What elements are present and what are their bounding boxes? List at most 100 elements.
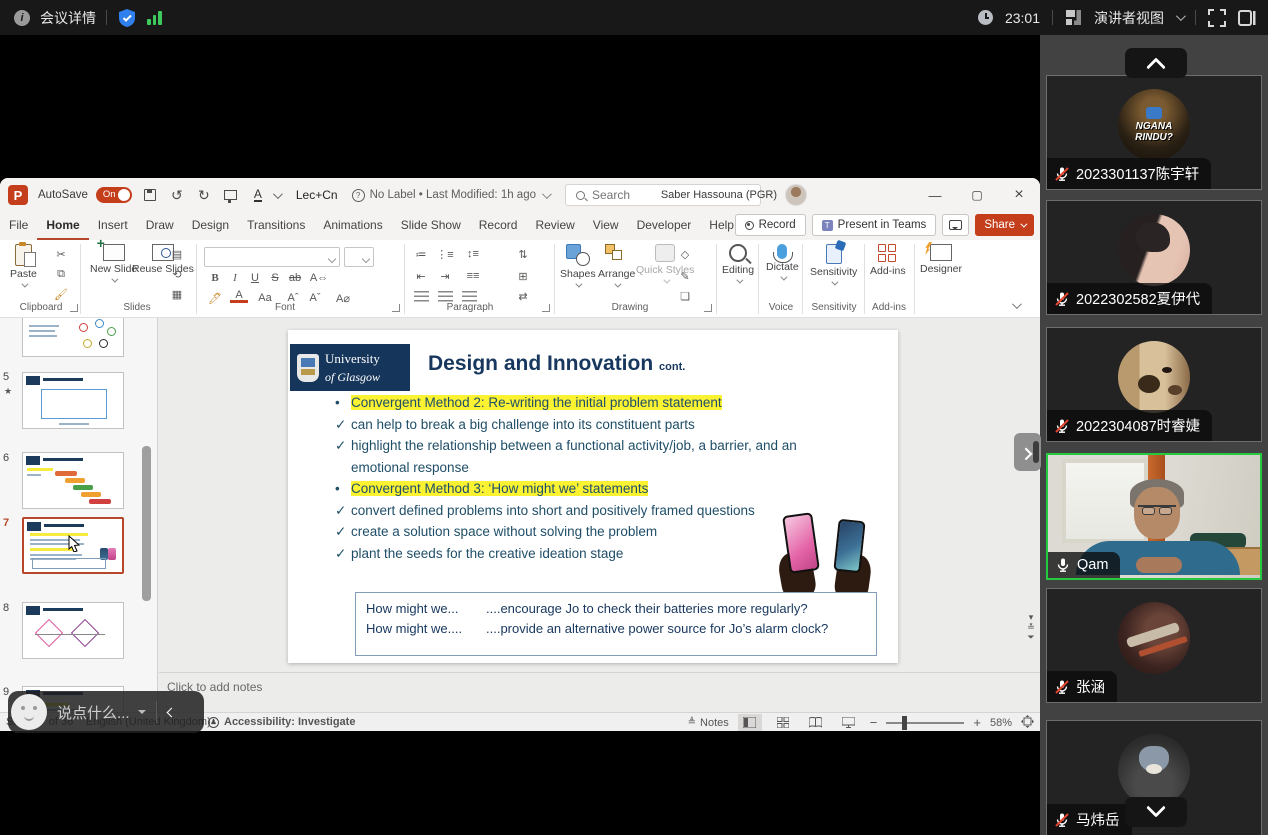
shape-outline-icon[interactable]: ✎ [676,268,694,284]
tab-developer[interactable]: Developer [628,212,701,240]
paste-button[interactable]: Paste [10,244,37,288]
tab-record[interactable]: Record [470,212,527,240]
slide-thumbnail[interactable] [22,452,124,509]
tab-design[interactable]: Design [183,212,238,240]
close-button[interactable]: × [998,178,1040,212]
scroll-participants-up-button[interactable] [1125,48,1187,78]
clipboard-dialog-launcher[interactable] [70,304,78,312]
tab-review[interactable]: Review [526,212,583,240]
collapse-ribbon-icon[interactable] [1012,299,1022,309]
italic-button[interactable]: I [226,270,244,286]
view-mode-selector[interactable]: 演讲者视图 [1094,8,1164,28]
present-in-teams-button[interactable]: TPresent in Teams [812,214,937,236]
decrease-indent-button[interactable]: ⇤ [412,268,430,284]
text-direction-button[interactable]: ⇅ [514,246,532,262]
slide-nav-arrows[interactable]: ▾≛⏷ [1024,612,1038,642]
cut-icon[interactable]: ✂ [52,246,70,262]
text-shadow-button[interactable]: ab [286,270,304,286]
current-slide-canvas[interactable]: Universityof Glasgow Design and Innovati… [288,330,898,663]
reset-slide-icon[interactable]: ⟲ [168,266,186,282]
strikethrough-button[interactable]: S [266,270,284,286]
network-signal-icon[interactable] [147,11,162,25]
arrange-button[interactable]: Arrange [598,244,635,288]
notes-toggle-button[interactable]: ≜Notes [688,717,729,729]
shapes-button[interactable]: Shapes [560,244,596,288]
zoom-level[interactable]: 58% [990,717,1012,729]
document-status[interactable]: No Label • Last Modified: 1h ago [370,189,549,201]
participant-tile[interactable]: 张涵 [1046,588,1262,703]
record-button[interactable]: Record [735,214,806,236]
zoom-slider[interactable] [886,722,964,724]
numbering-button[interactable]: ⋮≡ [436,246,454,262]
emoji-button[interactable] [11,694,47,730]
undo-icon[interactable]: ↺ [168,186,186,204]
new-slide-button[interactable]: New Slide [90,244,137,283]
autosave-toggle[interactable]: On [96,187,132,203]
increase-indent-button[interactable]: ⇥ [436,268,454,284]
drawing-dialog-launcher[interactable] [704,304,712,312]
save-icon[interactable] [141,186,159,204]
slideshow-view-button[interactable] [837,714,861,731]
chevron-down-icon[interactable] [1176,11,1186,21]
slide-thumbnail[interactable] [22,318,124,357]
maximize-button[interactable]: ▢ [956,178,998,212]
copy-icon[interactable]: ⧉ [52,266,70,282]
designer-button[interactable]: Designer [920,244,962,275]
font-name-combo[interactable] [204,247,340,267]
zoom-slider-thumb[interactable] [902,716,907,730]
participant-tile[interactable]: 2022302582夏伊代 [1046,200,1262,315]
toggle-sidebar-icon[interactable] [1238,9,1256,27]
align-text-button[interactable]: ⊞ [514,268,532,284]
character-spacing-button[interactable]: A⇔ [310,270,328,286]
font-size-combo[interactable] [344,247,374,267]
slide-thumbnail-selected[interactable] [22,517,124,574]
tab-draw[interactable]: Draw [137,212,183,240]
dictate-button[interactable]: Dictate [766,244,799,281]
tab-transitions[interactable]: Transitions [238,212,314,240]
share-button[interactable]: Share [975,214,1034,236]
line-spacing-button[interactable]: ↕≡ [464,246,482,262]
thumbnail-scrollbar[interactable] [142,446,151,601]
accessibility-status[interactable]: ♟Accessibility: Investigate [208,716,355,728]
quick-access-more-icon[interactable] [273,189,283,199]
chat-options-caret[interactable] [138,710,146,718]
zoom-in-button[interactable]: + [973,715,981,730]
underline-icon[interactable]: A [249,186,267,204]
expand-panel-button[interactable] [1014,433,1041,471]
tab-view[interactable]: View [584,212,628,240]
highlight-color-button[interactable]: 🖊 [206,290,224,306]
participant-tile[interactable]: 2022304087时睿婕 [1046,327,1262,442]
chat-input[interactable]: 说点什么... [57,702,130,723]
fullscreen-icon[interactable] [1208,9,1226,27]
tab-animations[interactable]: Animations [314,212,391,240]
editing-button[interactable]: Editing [722,244,754,284]
fit-slide-button[interactable] [1021,715,1034,731]
shape-fill-icon[interactable]: ◇ [676,246,694,262]
tab-slideshow[interactable]: Slide Show [392,212,470,240]
slide-layout-icon[interactable]: ▤ [168,246,186,262]
slideshow-from-start-icon[interactable] [222,186,240,204]
participant-tile[interactable]: NGANARINDU? 2023301137陈宇轩 [1046,75,1262,190]
redo-icon[interactable]: ↻ [195,186,213,204]
security-shield-icon[interactable] [117,8,137,28]
participant-tile-active-speaker[interactable]: Qam [1046,453,1262,580]
underline-button[interactable]: U [246,270,264,286]
zoom-out-button[interactable]: − [870,715,878,730]
slide-thumbnail[interactable] [22,602,124,659]
bullets-button[interactable]: ≔ [412,246,430,262]
scroll-participants-down-button[interactable] [1125,797,1187,827]
bold-button[interactable]: B [206,270,224,286]
minimize-button[interactable]: — [914,178,956,212]
paragraph-dialog-launcher[interactable] [542,304,550,312]
section-icon[interactable]: ▦ [168,286,186,302]
sensitivity-button[interactable]: Sensitivity [810,244,857,286]
comments-button[interactable] [942,214,969,236]
tab-home[interactable]: Home [37,212,88,240]
reading-view-button[interactable] [804,714,828,731]
columns-button[interactable]: ≡≡ [464,268,482,284]
slide-thumbnail[interactable] [22,372,124,429]
account-name[interactable]: Saber Hassouna (PGR) [661,189,777,201]
clear-formatting-button[interactable]: A⌀ [334,290,352,306]
format-painter-icon[interactable]: 🖌 [52,286,70,302]
slide-sorter-view-button[interactable] [771,714,795,731]
